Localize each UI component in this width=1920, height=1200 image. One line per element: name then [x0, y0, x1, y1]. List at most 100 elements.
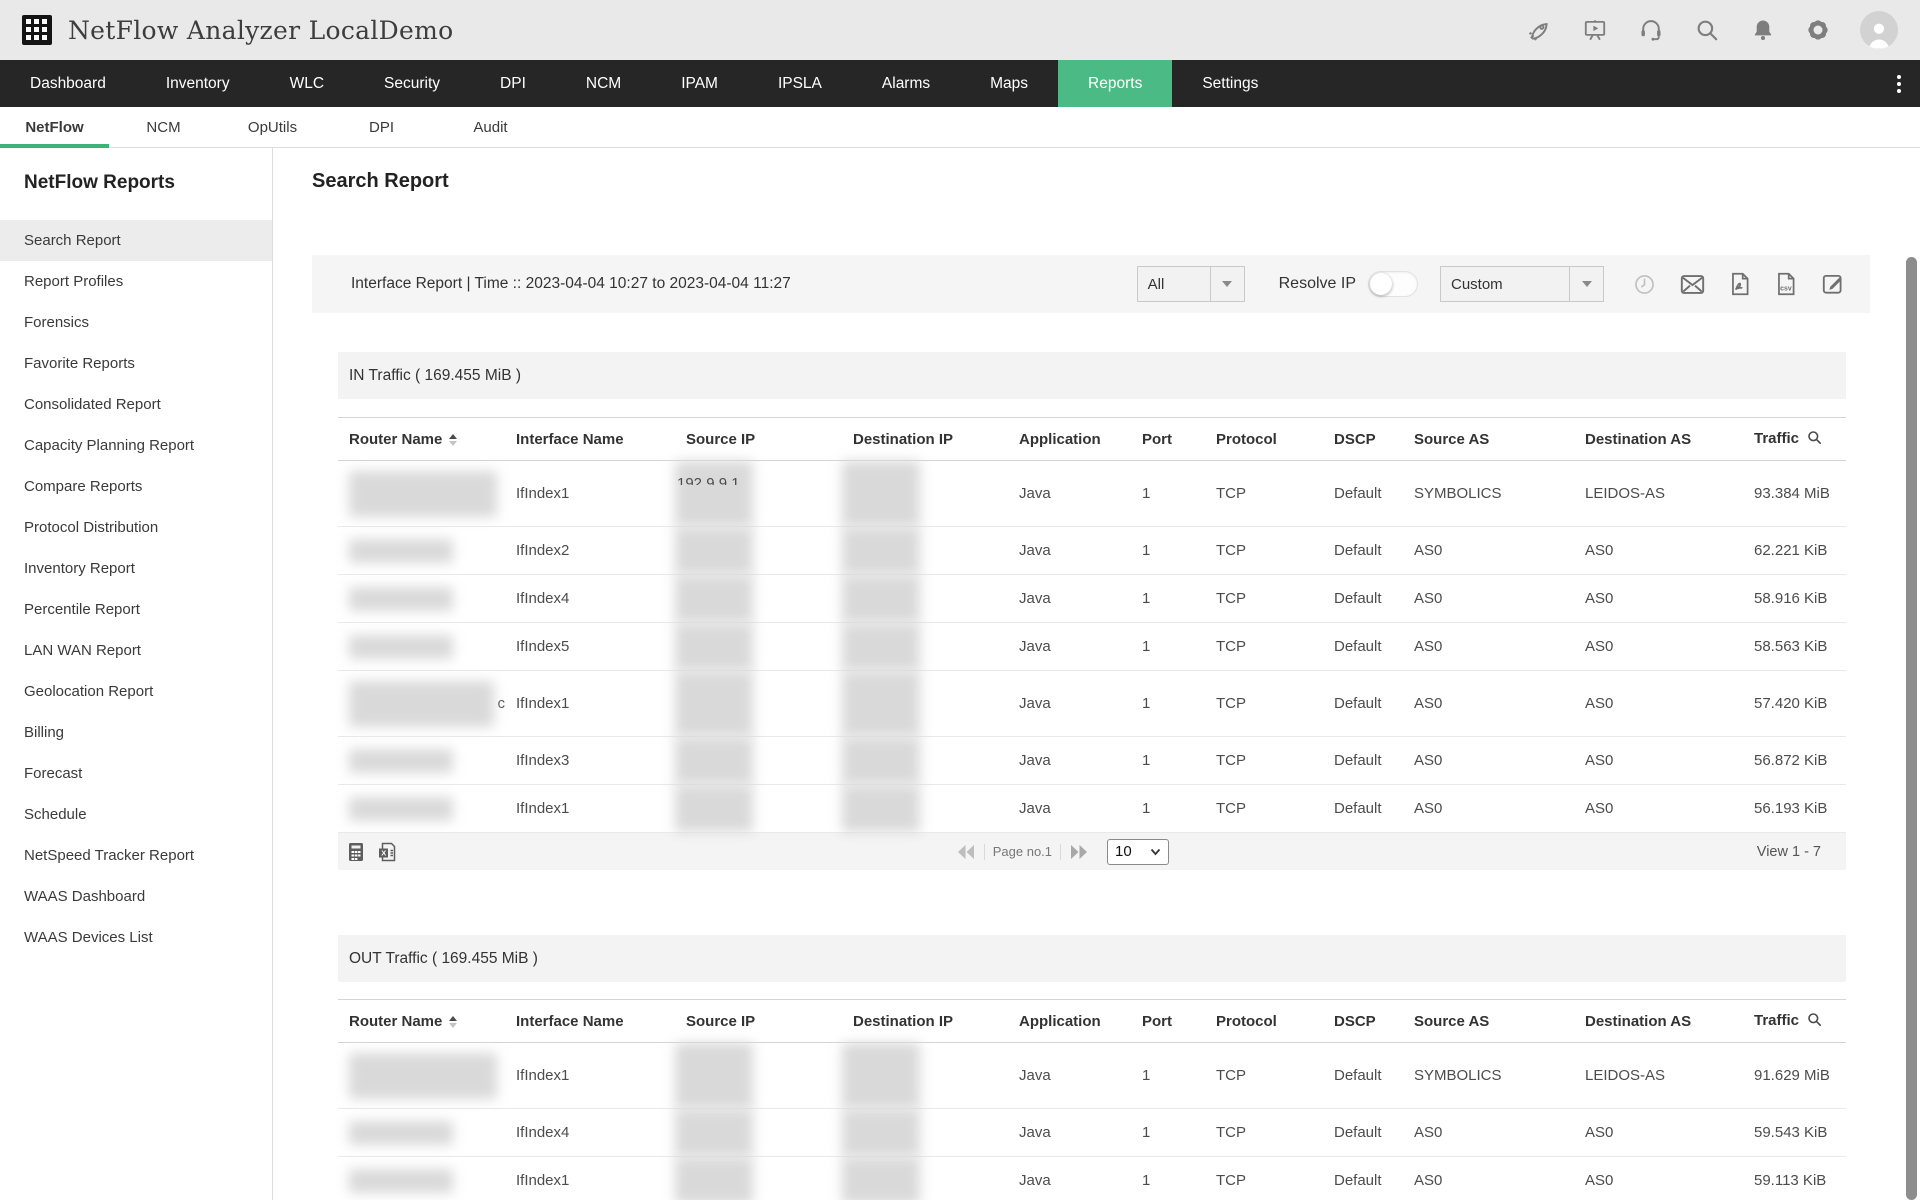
column-header-router-name[interactable]: Router Name: [338, 999, 505, 1043]
cell-destination-ip: [842, 526, 1008, 575]
csv-export-icon[interactable]: csv: [1774, 271, 1798, 297]
column-header-destination-as[interactable]: Destination AS: [1574, 417, 1743, 461]
next-page-icon[interactable]: [1069, 844, 1089, 860]
cell-destination-ip: [842, 736, 1008, 785]
nav-tab-settings[interactable]: Settings: [1172, 60, 1288, 107]
cell-application: Java: [1008, 622, 1131, 671]
column-header-destination-ip[interactable]: Destination IP: [842, 417, 1008, 461]
sidebar-item-favorite-reports[interactable]: Favorite Reports: [0, 343, 272, 384]
sidebar-item-compare-reports[interactable]: Compare Reports: [0, 466, 272, 507]
column-header-source-as[interactable]: Source AS: [1403, 999, 1574, 1043]
column-header-traffic[interactable]: Traffic: [1743, 417, 1846, 461]
nav-tab-maps[interactable]: Maps: [960, 60, 1058, 107]
sidebar-item-inventory-report[interactable]: Inventory Report: [0, 548, 272, 589]
nav-tab-wlc[interactable]: WLC: [260, 60, 354, 107]
settings-gear-icon[interactable]: [1806, 18, 1830, 42]
interval-dropdown[interactable]: All: [1136, 266, 1245, 302]
tab-audit[interactable]: Audit: [436, 107, 545, 147]
sidebar-title: NetFlow Reports: [24, 172, 175, 193]
nav-tab-ipsla[interactable]: IPSLA: [748, 60, 852, 107]
apps-grid-icon[interactable]: [22, 15, 52, 45]
nav-tab-dashboard[interactable]: Dashboard: [0, 60, 136, 107]
rocket-icon[interactable]: [1526, 17, 1552, 43]
redacted-source-ip: [675, 1109, 753, 1156]
cell-application: Java: [1008, 784, 1131, 833]
sidebar-item-waas-dashboard[interactable]: WAAS Dashboard: [0, 876, 272, 917]
notifications-bell-icon[interactable]: [1750, 17, 1776, 43]
sidebar-list: Search Report Report Profiles Forensics Fav…: [0, 220, 272, 958]
column-header-dscp[interactable]: DSCP: [1323, 999, 1403, 1043]
page-size-select[interactable]: 10: [1107, 838, 1170, 865]
cell-source-as: AS0: [1403, 736, 1574, 785]
column-header-protocol[interactable]: Protocol: [1205, 417, 1323, 461]
excel-export-icon[interactable]: X: [376, 841, 398, 863]
email-icon[interactable]: [1679, 272, 1706, 297]
sidebar-item-netspeed-tracker-report[interactable]: NetSpeed Tracker Report: [0, 835, 272, 876]
cell-interface-name: IfIndex4: [505, 1108, 675, 1157]
column-header-traffic[interactable]: Traffic: [1743, 999, 1846, 1043]
search-icon[interactable]: [1694, 17, 1720, 43]
column-header-dscp[interactable]: DSCP: [1323, 417, 1403, 461]
cell-source-as: AS0: [1403, 784, 1574, 833]
nav-tab-alarms[interactable]: Alarms: [852, 60, 960, 107]
pdf-export-icon[interactable]: [1728, 271, 1752, 297]
sidebar-item-schedule[interactable]: Schedule: [0, 794, 272, 835]
summary-view-icon[interactable]: [346, 841, 366, 863]
column-header-source-ip[interactable]: Source IP: [675, 999, 842, 1043]
column-header-port[interactable]: Port: [1131, 999, 1205, 1043]
time-range-dropdown[interactable]: Custom: [1440, 266, 1604, 302]
redacted-destination-ip: [842, 1157, 920, 1200]
partial-source-ip: 192.9.9.1: [677, 475, 740, 485]
sidebar-item-search-report[interactable]: Search Report: [0, 220, 272, 261]
column-header-interface-name[interactable]: Interface Name: [505, 999, 675, 1043]
sidebar-item-forecast[interactable]: Forecast: [0, 753, 272, 794]
cell-application: Java: [1008, 1156, 1131, 1200]
cell-protocol: TCP: [1205, 1108, 1323, 1157]
vertical-scrollbar[interactable]: [1906, 257, 1917, 1200]
column-header-router-name[interactable]: Router Name: [338, 417, 505, 461]
table-row: IfIndex2 Java 1 TCP Default AS0 AS0 62.221 KiB: [338, 526, 1846, 575]
demo-video-icon[interactable]: [1582, 17, 1608, 43]
column-header-interface-name[interactable]: Interface Name: [505, 417, 675, 461]
time-range-dropdown-value: Custom: [1451, 275, 1503, 293]
tab-netflow[interactable]: NetFlow: [0, 107, 109, 148]
sidebar-item-report-profiles[interactable]: Report Profiles: [0, 261, 272, 302]
column-header-port[interactable]: Port: [1131, 417, 1205, 461]
sidebar-item-protocol-distribution[interactable]: Protocol Distribution: [0, 507, 272, 548]
tab-dpi[interactable]: DPI: [327, 107, 436, 147]
nav-tab-ncm[interactable]: NCM: [556, 60, 651, 107]
sidebar-item-waas-devices-list[interactable]: WAAS Devices List: [0, 917, 272, 958]
tab-oputils[interactable]: OpUtils: [218, 107, 327, 147]
first-page-icon[interactable]: [956, 844, 976, 860]
nav-tab-dpi[interactable]: DPI: [470, 60, 556, 107]
overflow-menu-icon[interactable]: [1886, 60, 1912, 107]
nav-tab-ipam[interactable]: IPAM: [651, 60, 748, 107]
column-header-protocol[interactable]: Protocol: [1205, 999, 1323, 1043]
table-row: IfIndex5 Java 1 TCP Default AS0 AS0 58.563 KiB: [338, 622, 1846, 671]
column-search-icon[interactable]: [1807, 1012, 1822, 1031]
support-headset-icon[interactable]: [1638, 17, 1664, 43]
sidebar-item-consolidated-report[interactable]: Consolidated Report: [0, 384, 272, 425]
nav-tab-security[interactable]: Security: [354, 60, 470, 107]
user-avatar[interactable]: [1860, 11, 1898, 49]
sidebar-item-percentile-report[interactable]: Percentile Report: [0, 589, 272, 630]
column-search-icon[interactable]: [1807, 430, 1822, 449]
clock-icon[interactable]: [1632, 272, 1657, 297]
column-header-destination-ip[interactable]: Destination IP: [842, 999, 1008, 1043]
nav-tab-inventory[interactable]: Inventory: [136, 60, 260, 107]
sidebar-item-lan-wan-report[interactable]: LAN WAN Report: [0, 630, 272, 671]
sidebar-item-capacity-planning-report[interactable]: Capacity Planning Report: [0, 425, 272, 466]
column-header-application[interactable]: Application: [1008, 417, 1131, 461]
column-header-source-as[interactable]: Source AS: [1403, 417, 1574, 461]
sidebar-item-forensics[interactable]: Forensics: [0, 302, 272, 343]
sidebar-item-geolocation-report[interactable]: Geolocation Report: [0, 671, 272, 712]
column-header-application[interactable]: Application: [1008, 999, 1131, 1043]
sidebar-item-billing[interactable]: Billing: [0, 712, 272, 753]
edit-report-icon[interactable]: [1820, 271, 1846, 297]
column-header-destination-as[interactable]: Destination AS: [1574, 999, 1743, 1043]
column-header-source-ip[interactable]: Source IP: [675, 417, 842, 461]
tab-ncm[interactable]: NCM: [109, 107, 218, 147]
nav-tab-reports[interactable]: Reports: [1058, 60, 1173, 107]
cell-dscp: Default: [1323, 460, 1403, 527]
resolve-ip-toggle[interactable]: [1368, 271, 1418, 297]
